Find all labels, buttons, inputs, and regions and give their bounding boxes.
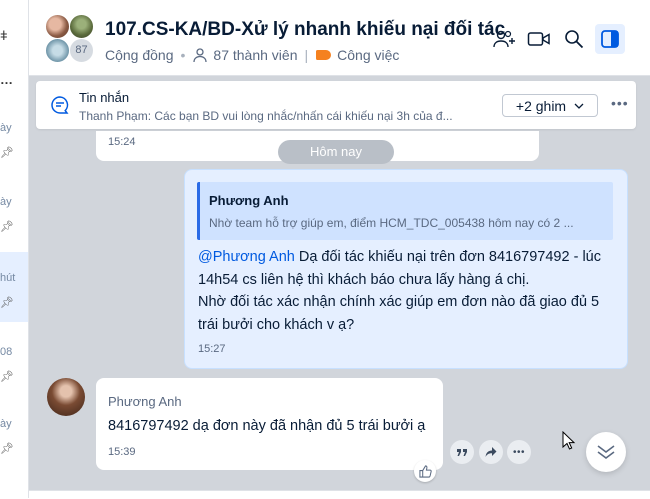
separator: •	[180, 47, 186, 63]
react-button[interactable]	[414, 460, 436, 482]
more-options-icon[interactable]: •••	[611, 95, 629, 111]
member-count-avatar: 87	[69, 38, 94, 63]
received-message-bubble[interactable]: Phương Anh 8416797492 dạ đơn này đã nhận…	[96, 378, 443, 470]
member-count[interactable]: 87 thành viên	[213, 47, 297, 63]
video-call-button[interactable]	[524, 24, 554, 54]
thumbs-up-icon	[418, 464, 432, 478]
avatar[interactable]	[47, 378, 85, 416]
community-label: Cộng đồng	[105, 47, 174, 63]
list-item[interactable]: ày 📌︎	[0, 398, 28, 468]
message-body-line2: Nhờ đối tác xác nhận chính xác giúp em đ…	[198, 294, 600, 333]
pins-count-label: +2 ghim	[515, 97, 567, 114]
separator: |	[304, 47, 309, 63]
list-item[interactable]: ày 📌︎	[0, 102, 28, 172]
group-avatar[interactable]: 87	[45, 14, 94, 63]
pinned-text[interactable]: Thanh Phạm: Các bạn BD vui lòng nhắc/nhấ…	[79, 109, 484, 123]
scroll-to-bottom-button[interactable]	[586, 432, 626, 472]
quote-reply-button[interactable]	[450, 440, 474, 464]
pin-icon: 📌︎	[0, 147, 14, 159]
quote-text: Nhờ team hỗ trợ giúp em, điểm HCM_TDC_00…	[209, 216, 574, 230]
compose-icon[interactable]: ǂ	[0, 28, 8, 43]
message-time: 15:24	[108, 136, 136, 148]
my-message-bubble[interactable]: Phương Anh Nhờ team hỗ trợ giúp em, điểm…	[184, 169, 628, 369]
message-icon	[51, 96, 69, 114]
forward-icon	[485, 447, 497, 457]
video-call-icon	[527, 32, 550, 46]
more-icon[interactable]: …	[0, 72, 13, 87]
message-area[interactable]: Tin nhắn Thanh Phạm: Các bạn BD vui lòng…	[29, 76, 650, 498]
pin-icon: 📌︎	[0, 371, 14, 383]
mention-link[interactable]: @Phương Anh	[198, 249, 295, 265]
list-item[interactable]: ày 📌︎	[0, 176, 28, 246]
search-icon	[565, 30, 584, 49]
mouse-cursor-icon	[562, 431, 576, 450]
quote-sender: Phương Anh	[209, 193, 289, 208]
group-meta: Cộng đồng • 87 thành viên | Công việc	[105, 47, 399, 63]
tag-icon	[316, 50, 332, 60]
chevron-down-icon	[574, 103, 584, 109]
message-text: @Phương Anh Dạ đối tác khiếu nại trên đơ…	[198, 246, 623, 336]
quoted-message[interactable]: Phương Anh Nhờ team hỗ trợ giúp em, điểm…	[197, 182, 613, 240]
pin-icon: 📌︎	[0, 221, 14, 233]
pin-icon: 📌︎	[0, 297, 14, 309]
category-label[interactable]: Công việc	[337, 47, 399, 63]
list-item[interactable]: hút 📌︎	[0, 252, 28, 322]
conversation-list-header: ǂ …	[0, 0, 28, 100]
add-member-icon	[493, 30, 515, 48]
message-time: 15:27	[198, 343, 226, 355]
group-title[interactable]: 107.CS-KA/BD-Xử lý nhanh khiếu nại đối t…	[105, 19, 505, 41]
forward-button[interactable]	[479, 440, 503, 464]
toggle-sidebar-button[interactable]	[595, 24, 625, 54]
pinned-message-bar[interactable]: Tin nhắn Thanh Phạm: Các bạn BD vui lòng…	[36, 81, 636, 129]
quote-icon	[457, 449, 467, 456]
message-time: 15:39	[108, 446, 136, 458]
double-chevron-down-icon	[597, 445, 615, 459]
avatar	[45, 14, 70, 39]
avatar	[45, 38, 70, 63]
sidebar-toggle-icon	[601, 30, 619, 48]
search-button[interactable]	[559, 24, 589, 54]
avatar	[69, 14, 94, 39]
more-icon: •••	[512, 446, 525, 458]
message-text: 8416797492 dạ đơn này đã nhận đủ 5 trái …	[108, 418, 426, 434]
pin-icon: 📌︎	[0, 443, 14, 455]
list-item[interactable]: 08 📌︎	[0, 326, 28, 396]
member-icon	[193, 48, 208, 63]
chat-header: 87 107.CS-KA/BD-Xử lý nhanh khiếu nại đố…	[29, 0, 650, 76]
more-actions-button[interactable]: •••	[507, 440, 531, 464]
date-divider: Hôm nay	[278, 140, 394, 164]
add-member-button[interactable]	[489, 24, 519, 54]
conversation-list: ǂ … ày 📌︎ ày 📌︎ hút 📌︎ 08 📌︎ ày 📌︎	[0, 0, 29, 498]
pins-dropdown-button[interactable]: +2 ghim	[502, 94, 598, 117]
sender-name: Phương Anh	[108, 394, 182, 409]
pinned-label: Tin nhắn	[79, 90, 130, 105]
